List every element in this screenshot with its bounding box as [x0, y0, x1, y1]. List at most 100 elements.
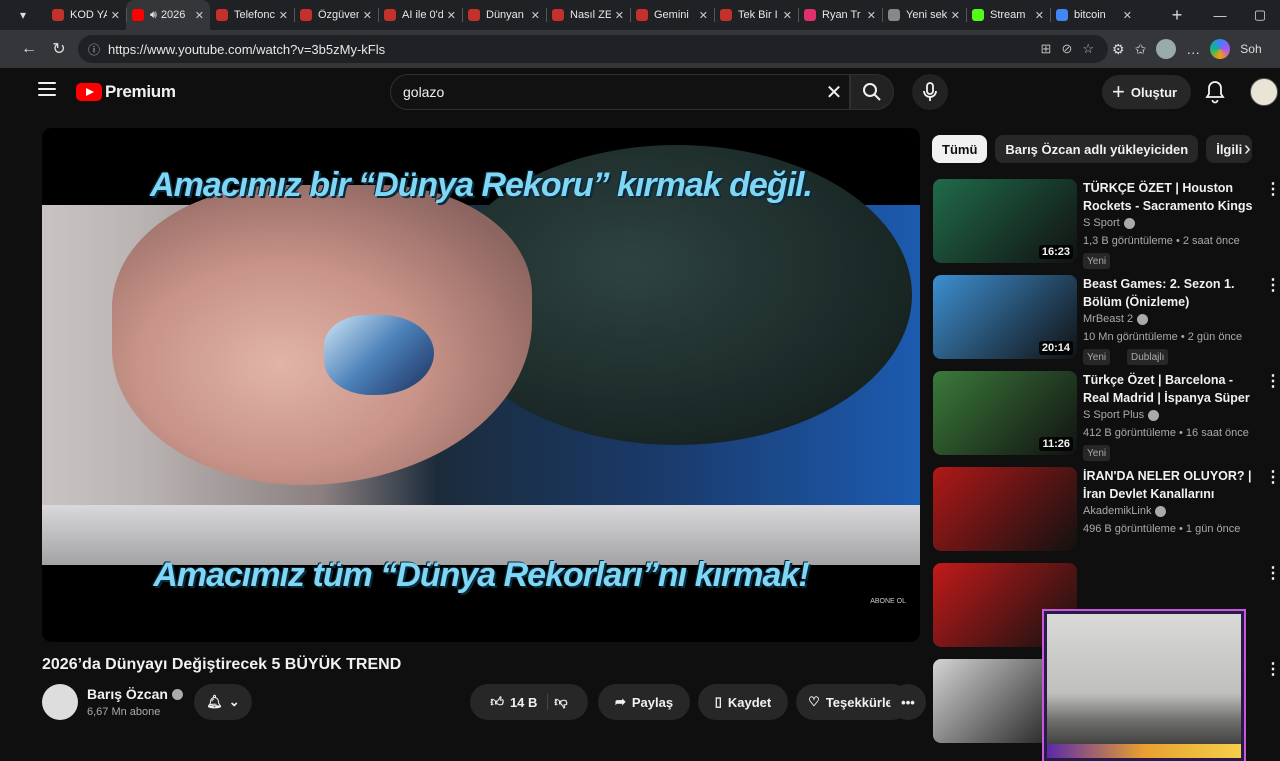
- verified-icon: [1155, 505, 1167, 517]
- video-thumbnail[interactable]: 20:14: [933, 275, 1077, 359]
- create-label: Oluştur: [1130, 84, 1178, 100]
- copilot-label[interactable]: Soh: [1240, 42, 1261, 56]
- browser-tab[interactable]: Telefonc ✕: [210, 0, 294, 30]
- more-vertical-icon[interactable]: ⋮: [1265, 275, 1280, 295]
- more-icon[interactable]: …: [1186, 41, 1200, 57]
- recommended-title[interactable]: Beast Games: 2. Sezon 1. Bölüm (Önizleme…: [1083, 275, 1259, 311]
- voice-search-button[interactable]: [912, 74, 948, 110]
- browser-tab[interactable]: bitcoin ✕: [1050, 0, 1138, 30]
- close-tab-icon[interactable]: ✕: [363, 9, 372, 22]
- clear-search-icon[interactable]: ✕: [819, 80, 849, 105]
- close-tab-icon[interactable]: ✕: [531, 9, 540, 22]
- video-thumbnail[interactable]: [933, 467, 1077, 551]
- browser-tab[interactable]: KOD YA ✕: [46, 0, 126, 30]
- video-title: 2026’da Dünyayı Değiştirecek 5 BÜYÜK TRE…: [42, 656, 402, 673]
- maximize-icon[interactable]: ▢: [1240, 0, 1280, 30]
- filter-chip[interactable]: Tümü: [932, 135, 988, 163]
- more-vertical-icon[interactable]: ⋮: [1265, 467, 1280, 487]
- notification-settings-button[interactable]: 🔔︎ ⌄: [194, 684, 252, 720]
- browser-tab[interactable]: Ryan Tr ✕: [798, 0, 882, 30]
- close-tab-icon[interactable]: ✕: [447, 9, 456, 22]
- recommended-video[interactable]: 16:23 TÜRKÇE ÖZET | Houston Rockets - Sac…: [933, 179, 1280, 269]
- browser-tab[interactable]: Dünyan ✕: [462, 0, 546, 30]
- browser-tab[interactable]: Gemini ✕: [630, 0, 714, 30]
- recommended-title[interactable]: TÜRKÇE ÖZET | Houston Rockets - Sacramen…: [1083, 179, 1259, 215]
- search-input[interactable]: golazo ✕: [390, 74, 850, 110]
- close-tab-icon[interactable]: ✕: [867, 9, 876, 22]
- create-button[interactable]: + Oluştur: [1102, 75, 1192, 109]
- filter-chip[interactable]: Barış Özcan adlı yükleyiciden: [995, 135, 1199, 163]
- chevron-right-icon[interactable]: ›: [1244, 138, 1251, 161]
- youtube-premium-logo[interactable]: Premium: [76, 82, 176, 102]
- browser-tab[interactable]: Tek Bir I ✕: [714, 0, 798, 30]
- video-thumbnail[interactable]: 11:26: [933, 371, 1077, 455]
- tab-title: Tek Bir I: [738, 9, 778, 21]
- more-vertical-icon[interactable]: ⋮: [1265, 371, 1280, 391]
- close-tab-icon[interactable]: ✕: [195, 9, 204, 22]
- channel-avatar[interactable]: [42, 684, 78, 720]
- recommended-channel[interactable]: MrBeast 2: [1083, 313, 1133, 325]
- recommended-video[interactable]: 20:14 Beast Games: 2. Sezon 1. Bölüm (Öni…: [933, 275, 1280, 365]
- favorites-icon[interactable]: ✩: [1135, 41, 1147, 58]
- more-actions-button[interactable]: •••: [890, 684, 926, 720]
- browser-tab[interactable]: Yeni sek ✕: [882, 0, 966, 30]
- minimize-icon[interactable]: —: [1200, 0, 1240, 30]
- tab-favicon-icon: [636, 9, 648, 21]
- thumbs-down-icon[interactable]: 👎︎: [554, 694, 567, 710]
- apps-icon[interactable]: ⊞: [1041, 41, 1052, 57]
- more-vertical-icon[interactable]: ⋮: [1265, 659, 1280, 679]
- tab-search-icon[interactable]: ▾: [0, 0, 46, 30]
- browser-tab[interactable]: Stream ✕: [966, 0, 1050, 30]
- tab-favicon-icon: [804, 9, 816, 21]
- favorite-star-icon[interactable]: ☆: [1082, 41, 1094, 57]
- close-tab-icon[interactable]: ✕: [699, 9, 708, 22]
- subscribe-watermark[interactable]: ABONE OL: [870, 598, 906, 605]
- channel-name[interactable]: Barış Özcan: [87, 686, 183, 702]
- recommended-channel[interactable]: AkademikLink: [1083, 505, 1151, 517]
- recommended-video[interactable]: 11:26 Türkçe Özet | Barcelona - Real Madr…: [933, 371, 1280, 461]
- browser-tab[interactable]: Özgüven ✕: [294, 0, 378, 30]
- profile-icon[interactable]: [1156, 39, 1177, 59]
- recommended-title[interactable]: Türkçe Özet | Barcelona - Real Madrid | …: [1083, 371, 1259, 407]
- close-tab-icon[interactable]: ✕: [1123, 9, 1132, 22]
- video-thumbnail[interactable]: 16:23: [933, 179, 1077, 263]
- like-button[interactable]: 👍︎ 14 B: [490, 694, 549, 710]
- more-vertical-icon[interactable]: ⋮: [1265, 179, 1280, 199]
- status-badge: Yeni: [1083, 445, 1111, 461]
- browser-tab[interactable]: 🔊︎ 2026 ✕: [126, 0, 210, 30]
- address-bar[interactable]: ⓘ https://www.youtube.com/watch?v=3b5zMy…: [78, 35, 1108, 63]
- new-tab-button[interactable]: +: [1162, 5, 1192, 26]
- channel-line: S Sport Plus: [1083, 409, 1160, 421]
- status-badge: Yeni: [1083, 349, 1111, 365]
- extensions-icon[interactable]: ⚙: [1112, 41, 1125, 58]
- reload-icon[interactable]: ↻: [44, 39, 74, 59]
- close-tab-icon[interactable]: ✕: [951, 9, 960, 22]
- audio-playing-icon[interactable]: 🔊︎: [150, 9, 157, 22]
- status-badge: Yeni: [1083, 253, 1111, 269]
- more-vertical-icon[interactable]: ⋮: [1265, 563, 1280, 583]
- recommended-title[interactable]: İRAN'DA NELER OLUYOR? | İran Devlet Kana…: [1083, 467, 1259, 503]
- browser-tab[interactable]: AI ile 0'd ✕: [378, 0, 462, 30]
- close-tab-icon[interactable]: ✕: [783, 9, 792, 22]
- share-button[interactable]: ➦ Paylaş: [598, 684, 690, 720]
- close-tab-icon[interactable]: ✕: [615, 9, 624, 22]
- search-button[interactable]: [850, 74, 894, 110]
- tracking-icon[interactable]: ⊘: [1061, 41, 1072, 57]
- save-button[interactable]: ▯ Kaydet: [698, 684, 788, 720]
- menu-icon[interactable]: [38, 82, 56, 96]
- tab-favicon-icon: [888, 9, 900, 21]
- back-icon[interactable]: ←: [14, 40, 44, 58]
- browser-tab[interactable]: Nasıl ZE ✕: [546, 0, 630, 30]
- video-player[interactable]: Amacımız bir “Dünya Rekoru” kırmak değil…: [42, 128, 920, 642]
- tab-favicon-icon: [468, 9, 480, 21]
- close-tab-icon[interactable]: ✕: [279, 9, 288, 22]
- recommended-channel[interactable]: S Sport Plus: [1083, 409, 1144, 421]
- recommended-channel[interactable]: S Sport: [1083, 217, 1120, 229]
- close-tab-icon[interactable]: ✕: [1035, 9, 1044, 22]
- recommended-video[interactable]: İRAN'DA NELER OLUYOR? | İran Devlet Kana…: [933, 467, 1280, 553]
- user-avatar[interactable]: [1250, 78, 1278, 106]
- close-tab-icon[interactable]: ✕: [111, 9, 120, 22]
- copilot-icon[interactable]: [1210, 39, 1231, 59]
- site-info-icon[interactable]: ⓘ: [88, 41, 100, 58]
- notifications-bell-icon[interactable]: [1204, 80, 1226, 104]
